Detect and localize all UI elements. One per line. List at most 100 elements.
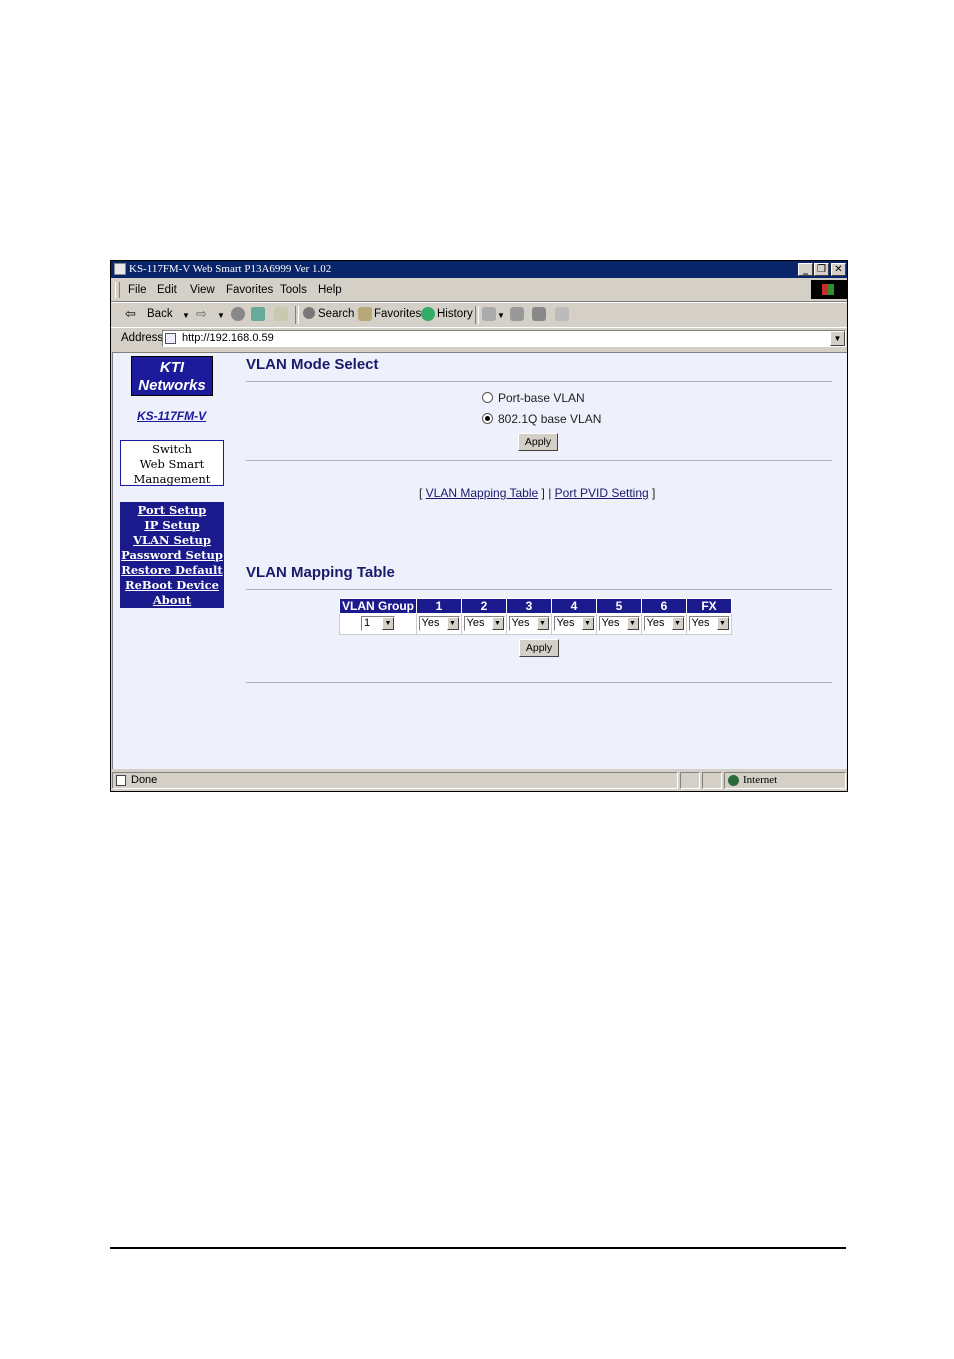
port-2-select[interactable]: Yes ▼ (463, 616, 505, 632)
dropdown-arrow-icon[interactable]: ▼ (382, 617, 394, 631)
nav-about[interactable]: About (120, 593, 224, 608)
radio-8021q-circle[interactable] (482, 413, 493, 424)
nav-port-setup[interactable]: Port Setup (120, 503, 224, 518)
port-3-select[interactable]: Yes ▼ (508, 616, 550, 632)
search-icon[interactable] (303, 307, 315, 319)
search-button[interactable]: Search (318, 308, 354, 320)
port-4-select[interactable]: Yes ▼ (553, 616, 595, 632)
mail-icon[interactable] (482, 307, 496, 321)
table-header-row: VLAN Group 1 2 3 4 5 6 FX (339, 598, 732, 614)
close-button[interactable]: ✕ (831, 263, 846, 276)
minimize-button[interactable]: _ (798, 263, 813, 276)
port-6-value: Yes (646, 617, 665, 630)
col-port-3: 3 (506, 598, 552, 614)
radio-8021q[interactable]: 802.1Q base VLAN (482, 412, 601, 426)
back-button[interactable]: Back (147, 308, 173, 320)
history-icon[interactable] (421, 307, 435, 321)
dropdown-arrow-icon[interactable]: ▼ (671, 617, 684, 631)
port-1-select[interactable]: Yes ▼ (418, 616, 460, 632)
port-5-value: Yes (601, 617, 620, 630)
nav-ip-setup[interactable]: IP Setup (120, 518, 224, 533)
port-pvid-link[interactable]: Port PVID Setting (555, 486, 649, 500)
mode-apply-button[interactable]: Apply (518, 433, 558, 451)
dropdown-arrow-icon[interactable]: ▼ (491, 617, 504, 631)
dropdown-arrow-icon[interactable]: ▼ (581, 617, 594, 631)
table-row: 1 ▼ Yes ▼ Yes ▼ Yes ▼ Yes ▼ Yes ▼ Yes ▼ Yes ▼ (339, 613, 732, 635)
divider (246, 682, 832, 683)
vlan-group-select[interactable]: 1 ▼ (361, 616, 395, 632)
menu-view[interactable]: View (190, 284, 215, 296)
col-vlan-group: VLAN Group (339, 598, 417, 614)
home-icon[interactable] (274, 307, 288, 321)
back-arrow-icon[interactable]: ⇦ (125, 306, 136, 322)
mapping-apply-button[interactable]: Apply (519, 639, 559, 657)
page-icon (165, 333, 176, 344)
nav-reboot-device[interactable]: ReBoot Device (120, 578, 224, 593)
nav-menu: Port Setup IP Setup VLAN Setup Password … (120, 502, 224, 608)
discuss-icon[interactable] (555, 307, 569, 321)
col-port-1: 1 (416, 598, 462, 614)
product-box: Switch Web Smart Management (120, 440, 224, 486)
address-dropdown-icon[interactable]: ▼ (830, 331, 845, 346)
radio-port-base-circle[interactable] (482, 392, 493, 403)
model-link[interactable]: KS-117FM-V (137, 409, 206, 423)
dropdown-arrow-icon[interactable]: ▼ (536, 617, 549, 631)
edit-icon[interactable] (532, 307, 546, 321)
zone-text: Internet (743, 774, 778, 786)
col-port-4: 4 (551, 598, 597, 614)
nav-restore-default[interactable]: Restore Default (120, 563, 224, 578)
port-5-select[interactable]: Yes ▼ (598, 616, 640, 632)
page-done-icon (116, 775, 126, 786)
dropdown-arrow-icon[interactable]: ▼ (626, 617, 639, 631)
port-fx-select[interactable]: Yes ▼ (688, 616, 730, 632)
dropdown-arrow-icon[interactable]: ▼ (716, 617, 729, 631)
menu-edit[interactable]: Edit (157, 284, 177, 296)
menu-favorites[interactable]: Favorites (226, 284, 273, 296)
forward-arrow-icon[interactable]: ⇨ (196, 306, 207, 322)
forward-dropdown-icon[interactable]: ▼ (217, 311, 225, 320)
toolbar: ⇦ Back ▼ ⇨ ▼ Search Favorites History ▼ (111, 302, 847, 328)
back-dropdown-icon[interactable]: ▼ (182, 311, 190, 320)
bracket-mid: ] | (538, 486, 555, 500)
history-button[interactable]: History (437, 308, 473, 320)
status-bar: Done Internet (111, 771, 847, 791)
product-line1: Switch (152, 442, 192, 456)
address-bar: Address http://192.168.0.59 ▼ (111, 327, 847, 350)
footer-rule (110, 1247, 846, 1249)
kti-logo: KTI Networks (131, 356, 213, 396)
address-url[interactable]: http://192.168.0.59 (182, 332, 274, 344)
vlan-mapping-table: VLAN Group 1 2 3 4 5 6 FX 1 ▼ Yes ▼ Yes ▼ Y… (339, 598, 732, 635)
vlan-mapping-link[interactable]: VLAN Mapping Table (426, 486, 539, 500)
windows-logo-icon (811, 280, 847, 299)
favorites-button[interactable]: Favorites (374, 308, 421, 320)
port-2-cell: Yes ▼ (461, 613, 507, 635)
address-label: Address (121, 332, 164, 344)
address-input[interactable]: http://192.168.0.59 ▼ (162, 330, 846, 347)
dropdown-arrow-icon[interactable]: ▼ (446, 617, 459, 631)
port-6-cell: Yes ▼ (641, 613, 687, 635)
port-4-value: Yes (556, 617, 575, 630)
stop-icon[interactable] (231, 307, 245, 321)
status-panel (680, 772, 700, 789)
port-3-value: Yes (511, 617, 530, 630)
status-text: Done (131, 774, 158, 786)
nav-password-setup[interactable]: Password Setup (120, 548, 224, 563)
port-4-cell: Yes ▼ (551, 613, 597, 635)
menu-tools[interactable]: Tools (280, 284, 307, 296)
port-5-cell: Yes ▼ (596, 613, 642, 635)
print-icon[interactable] (510, 307, 524, 321)
logo-line1: KTI (159, 359, 185, 376)
menu-help[interactable]: Help (318, 284, 342, 296)
mail-dropdown-icon[interactable]: ▼ (497, 311, 505, 320)
port-2-value: Yes (466, 617, 485, 630)
refresh-icon[interactable] (251, 307, 265, 321)
radio-port-base[interactable]: Port-base VLAN (482, 391, 585, 405)
nav-vlan-setup[interactable]: VLAN Setup (120, 533, 224, 548)
zone-panel: Internet (724, 772, 846, 789)
port-6-select[interactable]: Yes ▼ (643, 616, 685, 632)
favorites-icon[interactable] (358, 307, 372, 321)
status-text-panel: Done (112, 772, 678, 789)
col-port-5: 5 (596, 598, 642, 614)
restore-button[interactable]: ❐ (814, 263, 829, 276)
menu-file[interactable]: File (128, 284, 147, 296)
